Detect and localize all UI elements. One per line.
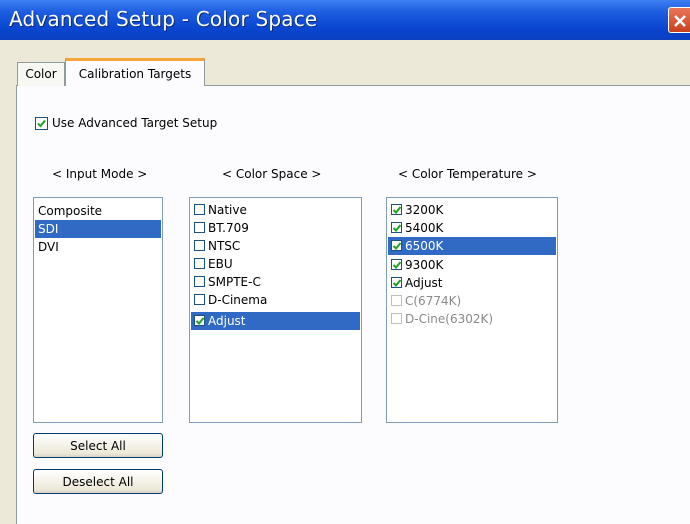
list-item-label: SMPTE-C [208, 275, 261, 289]
list-item[interactable]: 5400K [388, 219, 556, 237]
close-button[interactable] [668, 7, 690, 33]
list-item-label: 6500K [405, 239, 444, 253]
list-item-label: BT.709 [208, 221, 249, 235]
list-item-disabled: C(6774K) [388, 292, 556, 310]
window-title: Advanced Setup - Color Space [9, 7, 318, 31]
item-checkbox [391, 295, 402, 306]
select-all-button[interactable]: Select All [33, 433, 163, 458]
list-item[interactable]: Adjust [388, 274, 556, 292]
item-checkbox[interactable] [194, 258, 205, 269]
list-item-label: EBU [208, 257, 233, 271]
item-checkbox[interactable] [391, 222, 402, 233]
use-advanced-target-label[interactable]: Use Advanced Target Setup [52, 116, 217, 130]
list-item-label: D-Cinema [208, 293, 268, 307]
list-item-selected[interactable]: Adjust [191, 312, 360, 330]
item-checkbox[interactable] [391, 259, 402, 270]
title-bar: Advanced Setup - Color Space [0, 0, 690, 40]
list-item[interactable]: 3200K [388, 201, 556, 219]
list-item[interactable]: Native [191, 201, 360, 219]
use-advanced-target-checkbox[interactable] [35, 117, 48, 130]
input-mode-header: < Input Mode > [52, 167, 148, 181]
list-item-label: DVI [38, 240, 59, 254]
item-checkbox[interactable] [194, 240, 205, 251]
deselect-all-button[interactable]: Deselect All [33, 469, 163, 494]
list-item[interactable]: DVI [35, 238, 161, 256]
item-checkbox[interactable] [391, 240, 402, 251]
color-temperature-header: < Color Temperature > [398, 167, 537, 181]
item-checkbox [391, 313, 402, 324]
list-item-label: C(6774K) [405, 294, 462, 308]
item-checkbox[interactable] [391, 277, 402, 288]
check-icon [392, 206, 402, 214]
tab-color[interactable]: Color [17, 62, 65, 86]
close-icon [674, 15, 686, 27]
list-item-disabled: D-Cine(6302K) [388, 310, 556, 328]
list-item-label: Adjust [405, 276, 443, 290]
list-item-label: 9300K [405, 258, 444, 272]
list-item[interactable]: SMPTE-C [191, 273, 360, 291]
item-checkbox[interactable] [391, 204, 402, 215]
check-icon [37, 119, 46, 128]
color-space-header: < Color Space > [222, 167, 322, 181]
tab-calibration-targets[interactable]: Calibration Targets [65, 58, 205, 86]
list-item-label: Adjust [208, 314, 246, 328]
list-item-selected[interactable]: 6500K [388, 237, 556, 255]
check-icon [392, 261, 402, 269]
check-icon [392, 242, 402, 250]
list-item[interactable]: Composite [35, 202, 161, 220]
item-checkbox[interactable] [194, 294, 205, 305]
list-item-label: SDI [38, 222, 59, 236]
check-icon [195, 317, 205, 325]
list-item[interactable]: BT.709 [191, 219, 360, 237]
input-mode-list[interactable]: Composite SDI DVI [33, 197, 163, 423]
item-checkbox[interactable] [194, 204, 205, 215]
item-checkbox[interactable] [194, 222, 205, 233]
list-item[interactable]: D-Cinema [191, 291, 360, 309]
item-checkbox[interactable] [194, 315, 205, 326]
list-item-selected[interactable]: SDI [35, 220, 161, 238]
list-item[interactable]: EBU [191, 255, 360, 273]
color-temperature-list[interactable]: 3200K 5400K 6500K 9300K Adjust C(6774K) … [386, 197, 558, 423]
list-item-label: NTSC [208, 239, 241, 253]
list-item[interactable]: NTSC [191, 237, 360, 255]
list-item[interactable]: 9300K [388, 256, 556, 274]
list-item-label: Composite [38, 204, 103, 218]
list-item-label: Native [208, 203, 247, 217]
list-item-label: D-Cine(6302K) [405, 312, 494, 326]
color-space-list[interactable]: Native BT.709 NTSC EBU SMPTE-C D-Cinema … [189, 197, 362, 423]
list-item-label: 5400K [405, 221, 444, 235]
item-checkbox[interactable] [194, 276, 205, 287]
check-icon [392, 279, 402, 287]
check-icon [392, 224, 402, 232]
list-item-label: 3200K [405, 203, 444, 217]
